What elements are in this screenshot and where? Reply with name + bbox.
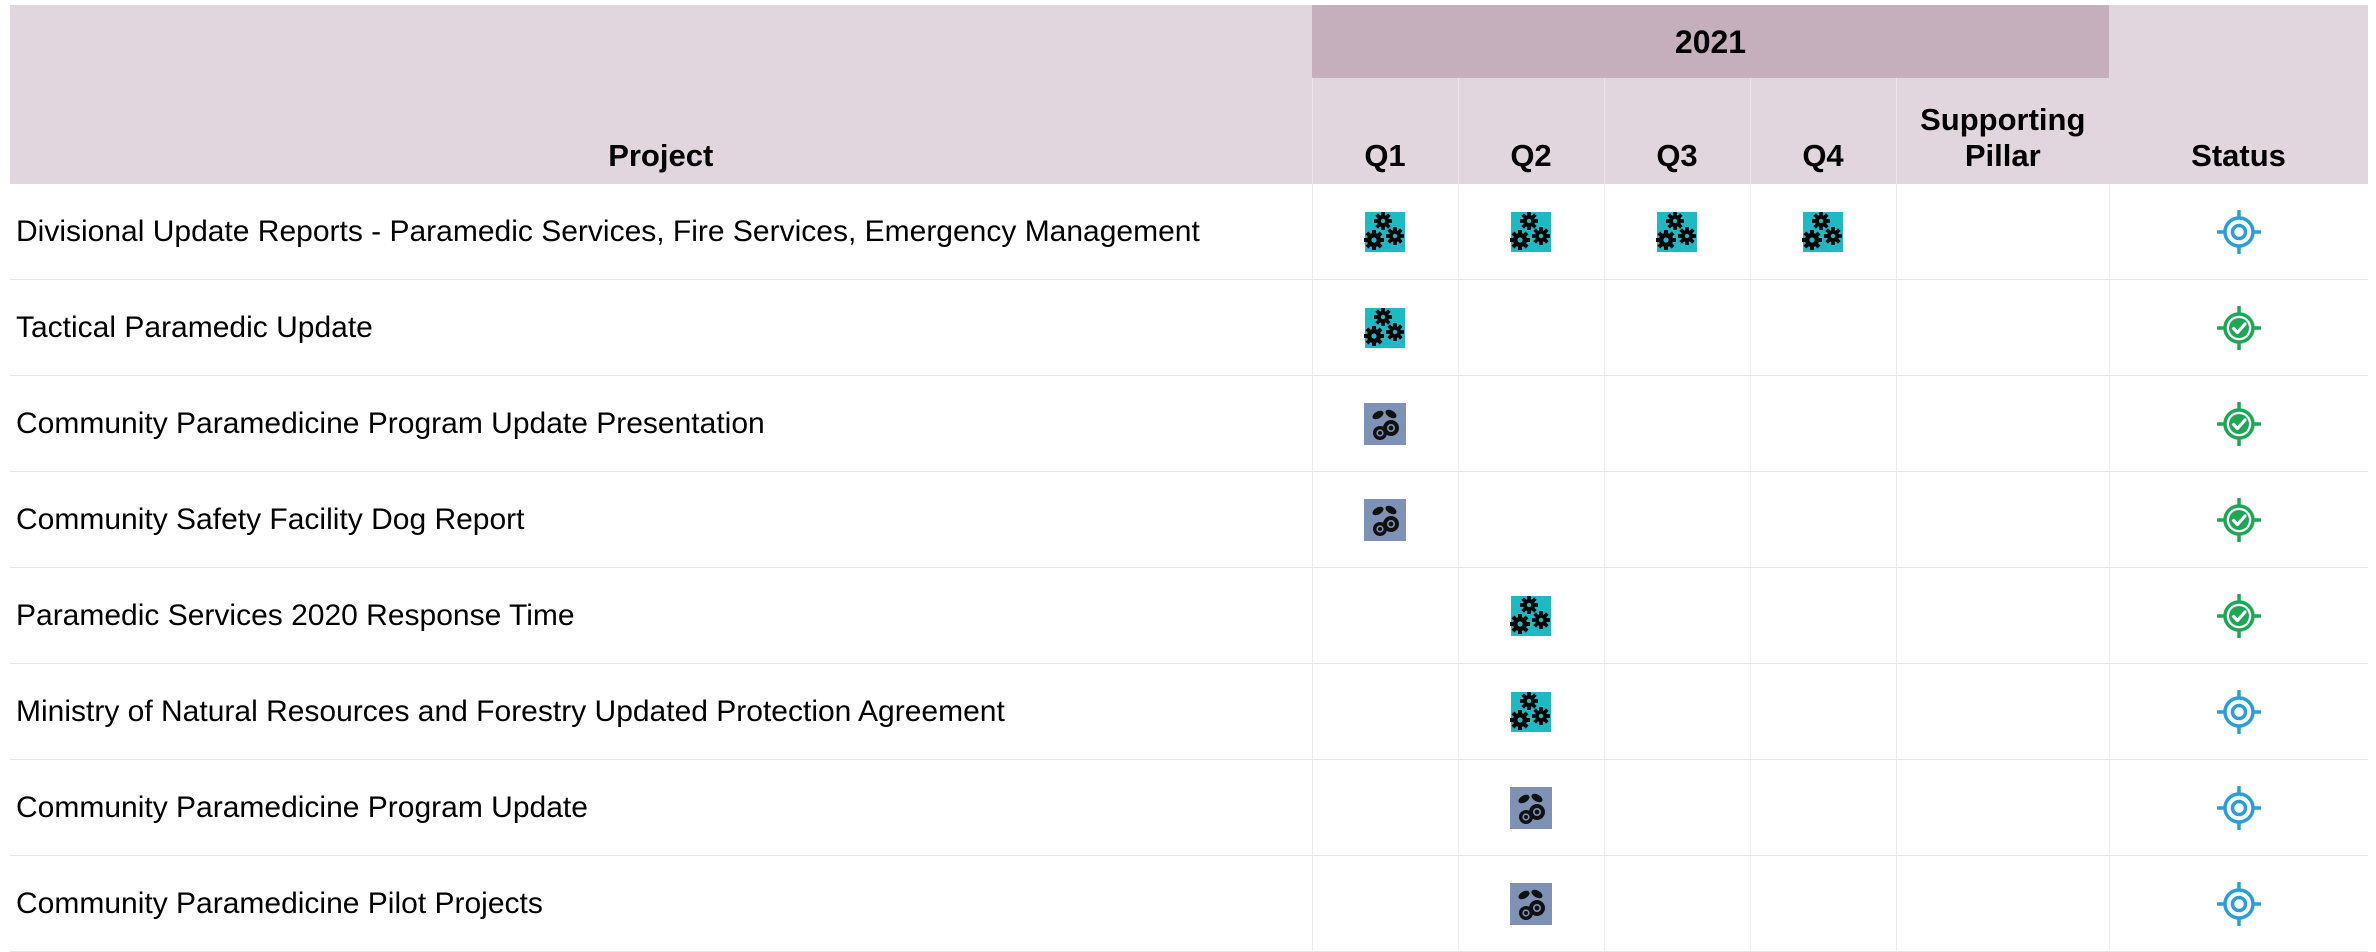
q1-cell [1311,567,1458,664]
q2-cell [1457,855,1604,952]
status-cell [2108,759,2369,856]
target-icon [2215,784,2263,832]
target-check-icon [2215,496,2263,544]
target-icon [2215,208,2263,256]
q1-cell [1311,855,1458,952]
gears-icon [1362,209,1408,255]
pillar-header-line2: Pillar [1964,138,2041,173]
status-cell [2108,184,2369,280]
target-icon [2215,688,2263,736]
table-row: Community Safety Facility Dog Report [10,471,2369,568]
q2-cell [1457,184,1604,280]
project-name: Community Safety Facility Dog Report [10,471,1312,568]
q3-cell [1603,567,1750,664]
status-cell [2108,375,2369,472]
project-name: Community Paramedicine Program Update Pr… [10,375,1312,472]
q4-cell [1749,567,1896,664]
project-name: Community Paramedicine Program Update [10,759,1312,856]
q1-header: Q1 [1311,78,1458,184]
q4-cell [1749,375,1896,472]
status-cell [2108,567,2369,664]
year-header: 2021 [1312,5,2110,78]
q3-cell [1603,855,1750,952]
q4-cell [1749,279,1896,376]
pillar-cell [1895,279,2110,376]
table-row: Community Paramedicine Pilot Projects [10,855,2369,952]
q1-cell [1311,184,1458,280]
q4-cell [1749,759,1896,856]
q3-cell [1603,184,1750,280]
table-row: Tactical Paramedic Update [10,279,2369,376]
target-check-icon [2215,592,2263,640]
project-name: Paramedic Services 2020 Response Time [10,567,1312,664]
q4-header: Q4 [1749,78,1896,184]
target-check-icon [2215,304,2263,352]
status-cell [2108,471,2369,568]
pillar-header-line1: Supporting [1920,102,2086,137]
q3-cell [1603,759,1750,856]
pillar-cell [1895,567,2110,664]
pillar-cell [1895,855,2110,952]
table-header: Project 2021 Status Q1 Q2 Q3 Q4 Supporti… [10,5,2369,184]
q4-cell [1749,184,1896,280]
project-column-header: Project [10,5,1312,184]
q3-cell [1603,375,1750,472]
gears-icon [1508,593,1554,639]
supporting-pillar-header: Supporting Pillar [1895,78,2110,184]
q3-cell [1603,471,1750,568]
q2-cell [1457,375,1604,472]
pillar-cell [1895,471,2110,568]
project-name: Community Paramedicine Pilot Projects [10,855,1312,952]
q1-cell [1311,375,1458,472]
pillar-cell [1895,375,2110,472]
bundle-icon [1362,497,1408,543]
status-cell [2108,663,2369,760]
table-row: Community Paramedicine Program Update [10,759,2369,856]
table-body: Divisional Update Reports - Paramedic Se… [10,184,2369,952]
q2-cell [1457,567,1604,664]
q1-cell [1311,663,1458,760]
pillar-cell [1895,759,2110,856]
q2-cell [1457,471,1604,568]
q4-cell [1749,855,1896,952]
pillar-cell [1895,184,2110,280]
q1-cell [1311,471,1458,568]
project-name: Ministry of Natural Resources and Forest… [10,663,1312,760]
project-name: Divisional Update Reports - Paramedic Se… [10,184,1312,280]
q2-cell [1457,663,1604,760]
status-cell [2108,855,2369,952]
gears-icon [1800,209,1846,255]
q3-cell [1603,663,1750,760]
q1-cell [1311,279,1458,376]
project-table: Project 2021 Status Q1 Q2 Q3 Q4 Supporti… [10,5,2369,952]
bundle-icon [1508,785,1554,831]
q4-cell [1749,663,1896,760]
table-row: Ministry of Natural Resources and Forest… [10,663,2369,760]
q2-header: Q2 [1457,78,1604,184]
project-name: Tactical Paramedic Update [10,279,1312,376]
gears-icon [1508,689,1554,735]
q3-cell [1603,279,1750,376]
q4-cell [1749,471,1896,568]
q1-cell [1311,759,1458,856]
bundle-icon [1362,401,1408,447]
status-cell [2108,279,2369,376]
gears-icon [1508,209,1554,255]
gears-icon [1654,209,1700,255]
gears-icon [1362,305,1408,351]
table-row: Community Paramedicine Program Update Pr… [10,375,2369,472]
q2-cell [1457,279,1604,376]
target-check-icon [2215,400,2263,448]
table-row: Paramedic Services 2020 Response Time [10,567,2369,664]
status-column-header: Status [2109,5,2369,184]
table-row: Divisional Update Reports - Paramedic Se… [10,184,2369,280]
q3-header: Q3 [1603,78,1750,184]
pillar-cell [1895,663,2110,760]
q2-cell [1457,759,1604,856]
project-timeline: Project 2021 Status Q1 Q2 Q3 Q4 Supporti… [10,5,2369,952]
target-icon [2215,880,2263,928]
bundle-icon [1508,881,1554,927]
